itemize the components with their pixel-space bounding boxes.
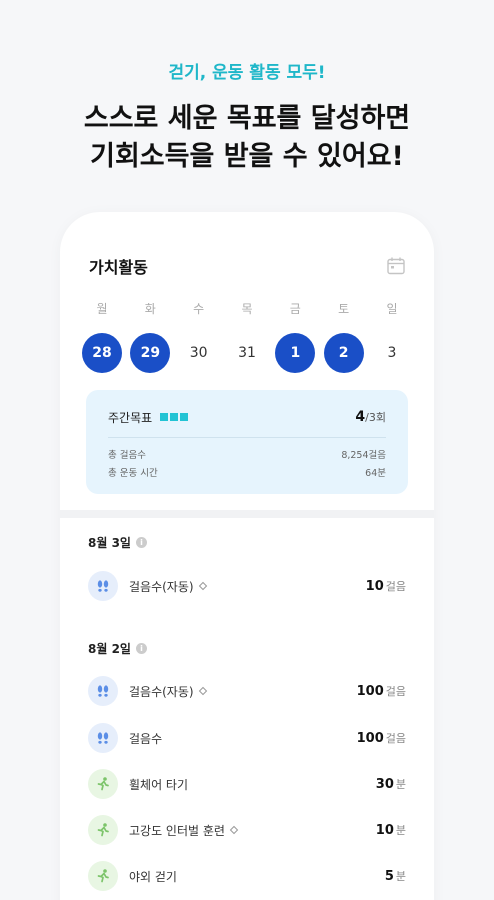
stat-label: 총 걸음수: [108, 450, 146, 461]
activity-name-text: 고강도 인터벌 훈련: [129, 823, 225, 838]
activity-unit: 걸음: [385, 580, 406, 593]
weekday-row: 월 화 수 목 금 토 일: [82, 300, 412, 317]
weekday-label: 토: [338, 302, 350, 316]
runner-icon: [88, 815, 118, 845]
date-cell[interactable]: 31: [227, 333, 267, 373]
activity-name: 야외 걷기: [129, 868, 385, 885]
activity-unit: 걸음: [385, 732, 406, 745]
activity-value: 10: [375, 822, 394, 838]
activity-name-text: 야외 걷기: [129, 869, 177, 884]
date-row: 28 29 30 31 1 2 3: [82, 333, 412, 373]
activity-unit: 분: [395, 824, 406, 837]
sync-icon: [229, 825, 239, 835]
page-title: 가치활동: [89, 258, 148, 277]
promo-tagline: 걷기, 운동 활동 모두!: [168, 63, 326, 83]
activity-name-text: 걸음수(자동): [129, 579, 194, 594]
weekday-label: 수: [193, 302, 205, 316]
screen-header: 가치활동: [89, 254, 406, 282]
activity-item[interactable]: 걸음수(자동) 100 걸음: [88, 675, 406, 707]
goal-progress-icon: [160, 413, 190, 421]
activity-unit: 걸음: [385, 685, 406, 698]
activity-value: 100: [356, 730, 384, 746]
promo-headline: 스스로 세운 목표를 달성하면 기회소득을 받을 수 있어요!: [0, 100, 494, 176]
activity-name: 걸음수: [129, 730, 357, 747]
date-cell[interactable]: 3: [372, 333, 412, 373]
stat-value: 64분: [365, 468, 386, 479]
activity-unit: 분: [395, 870, 406, 883]
phone-screen: 가치활동 월 화 수 목 금 토 일 28 29 30 31 1 2 3 주간목…: [60, 212, 434, 900]
weekday-label: 화: [144, 302, 156, 316]
activity-name: 휠체어 타기: [129, 776, 376, 793]
activity-name-text: 걸음수(자동): [129, 684, 194, 699]
date-cell[interactable]: 2: [323, 333, 364, 373]
footprints-icon: [88, 571, 118, 601]
weekly-goal-title: 주간목표: [108, 410, 153, 425]
activity-name-text: 걸음수: [129, 731, 163, 746]
date-cell[interactable]: 29: [130, 333, 171, 373]
calendar-icon[interactable]: [386, 256, 406, 276]
goal-target: /3회: [365, 411, 386, 424]
weekly-goal-card: 주간목표 4/3회 총 걸음수 8,254걸음 총 운동 시간 64분: [86, 390, 408, 494]
day-date: 8월 3일: [88, 536, 131, 550]
runner-icon: [88, 861, 118, 891]
activity-item[interactable]: 고강도 인터벌 훈련 10 분: [88, 814, 406, 846]
activity-item[interactable]: 걸음수(자동) 10 걸음: [88, 570, 406, 602]
weekday-label: 목: [241, 302, 253, 316]
week-selector: 월 화 수 목 금 토 일 28 29 30 31 1 2 3: [82, 300, 412, 373]
day-header: 8월 3일 i: [88, 534, 147, 551]
promo-headline-line-1: 스스로 세운 목표를 달성하면: [83, 103, 411, 134]
footprints-icon: [88, 723, 118, 753]
footprints-icon: [88, 676, 118, 706]
date-cell[interactable]: 1: [275, 333, 316, 373]
activity-value: 5: [384, 868, 394, 884]
activity-value: 100: [356, 683, 384, 699]
total-steps-row: 총 걸음수 8,254걸음: [108, 447, 386, 465]
sync-icon: [198, 581, 207, 591]
activity-name: 걸음수(자동): [129, 683, 357, 700]
total-exercise-time-row: 총 운동 시간 64분: [108, 465, 386, 483]
goal-achieved: 4: [355, 409, 366, 425]
activity-name-text: 휠체어 타기: [129, 777, 189, 792]
weekday-label: 일: [386, 302, 398, 316]
sync-icon: [198, 686, 207, 696]
stat-label: 총 운동 시간: [108, 468, 158, 479]
section-divider: [60, 510, 434, 518]
day-header: 8월 2일 i: [88, 640, 147, 657]
activity-name: 걸음수(자동): [129, 578, 366, 595]
date-cell[interactable]: 28: [82, 333, 122, 373]
activity-value: 10: [365, 578, 384, 594]
runner-icon: [88, 769, 118, 799]
activity-value: 30: [375, 776, 394, 792]
weekday-label: 월: [96, 302, 108, 316]
weekly-goal-count: 4/3회: [355, 409, 386, 425]
activity-item[interactable]: 휠체어 타기 30 분: [88, 768, 406, 800]
weekly-goal-label: 주간목표: [108, 409, 190, 426]
date-cell[interactable]: 30: [179, 333, 219, 373]
activity-unit: 분: [395, 778, 406, 791]
divider: [108, 437, 386, 438]
promo-headline-line-2: 기회소득을 받을 수 있어요!: [90, 141, 404, 172]
info-icon[interactable]: i: [135, 537, 147, 548]
day-date: 8월 2일: [88, 642, 131, 656]
info-icon[interactable]: i: [135, 643, 147, 654]
activity-name: 고강도 인터벌 훈련: [129, 822, 376, 839]
activity-item[interactable]: 걸음수 100 걸음: [88, 722, 406, 754]
stat-value: 8,254걸음: [341, 450, 386, 461]
activity-item[interactable]: 야외 걷기 5 분: [88, 860, 406, 892]
weekday-label: 금: [289, 302, 301, 316]
